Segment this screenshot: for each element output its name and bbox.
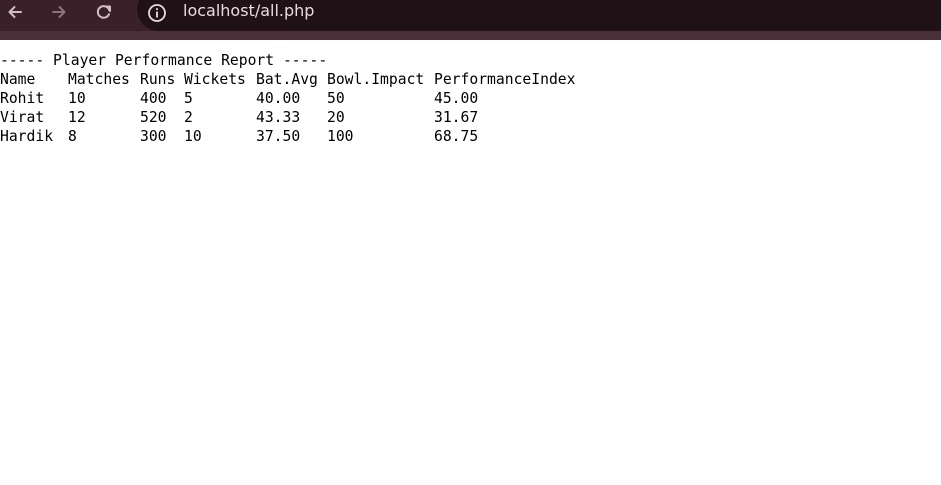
header-bat-avg: Bat.Avg [256, 71, 318, 88]
table-row: Rohit 10 400 5 40.00 50 45.00 [0, 89, 941, 108]
forward-button[interactable] [47, 0, 71, 24]
back-arrow-icon [8, 6, 22, 18]
header-wickets: Wickets [184, 71, 246, 88]
header-runs: Runs [140, 71, 176, 88]
table-row: Hardik 8 300 10 37.50 100 68.75 [0, 127, 941, 146]
cell-performance-index: 45.00 [434, 90, 479, 107]
table-row: Virat 12 520 2 43.33 20 31.67 [0, 108, 941, 127]
cell-name: Virat [0, 109, 45, 126]
header-performance-index: PerformanceIndex [434, 71, 576, 88]
back-button[interactable] [3, 0, 27, 24]
info-icon [148, 4, 166, 22]
cell-runs: 400 [140, 90, 167, 107]
cell-performance-index: 31.67 [434, 109, 479, 126]
cell-bowl-impact: 100 [327, 128, 354, 145]
cell-bat-avg: 40.00 [256, 90, 301, 107]
cell-matches: 10 [68, 90, 86, 107]
header-bowl-impact: Bowl.Impact [327, 71, 425, 88]
site-info-button[interactable] [146, 2, 168, 24]
cell-name: Hardik [0, 128, 54, 145]
cell-name: Rohit [0, 90, 45, 107]
forward-arrow-icon [52, 6, 66, 18]
header-matches: Matches [68, 71, 130, 88]
report-title: ----- Player Performance Report ----- [0, 52, 328, 69]
cell-matches: 8 [68, 128, 77, 145]
cell-bat-avg: 37.50 [256, 128, 301, 145]
cell-matches: 12 [68, 109, 86, 126]
toolbar-strip [0, 31, 941, 40]
report-header-row: Name Matches Runs Wickets Bat.Avg Bowl.I… [0, 70, 941, 89]
cell-bowl-impact: 50 [327, 90, 345, 107]
url-text[interactable]: localhost/all.php [183, 1, 314, 21]
reload-button[interactable] [92, 0, 116, 24]
cell-performance-index: 68.75 [434, 128, 479, 145]
cell-wickets: 10 [184, 128, 202, 145]
cell-bat-avg: 43.33 [256, 109, 301, 126]
cell-wickets: 5 [184, 90, 193, 107]
cell-runs: 520 [140, 109, 167, 126]
reload-icon [96, 5, 111, 19]
report-output: ----- Player Performance Report ----- Na… [0, 51, 941, 146]
cell-wickets: 2 [184, 109, 193, 126]
cell-bowl-impact: 20 [327, 109, 345, 126]
cell-runs: 300 [140, 128, 167, 145]
header-name: Name [0, 71, 36, 88]
